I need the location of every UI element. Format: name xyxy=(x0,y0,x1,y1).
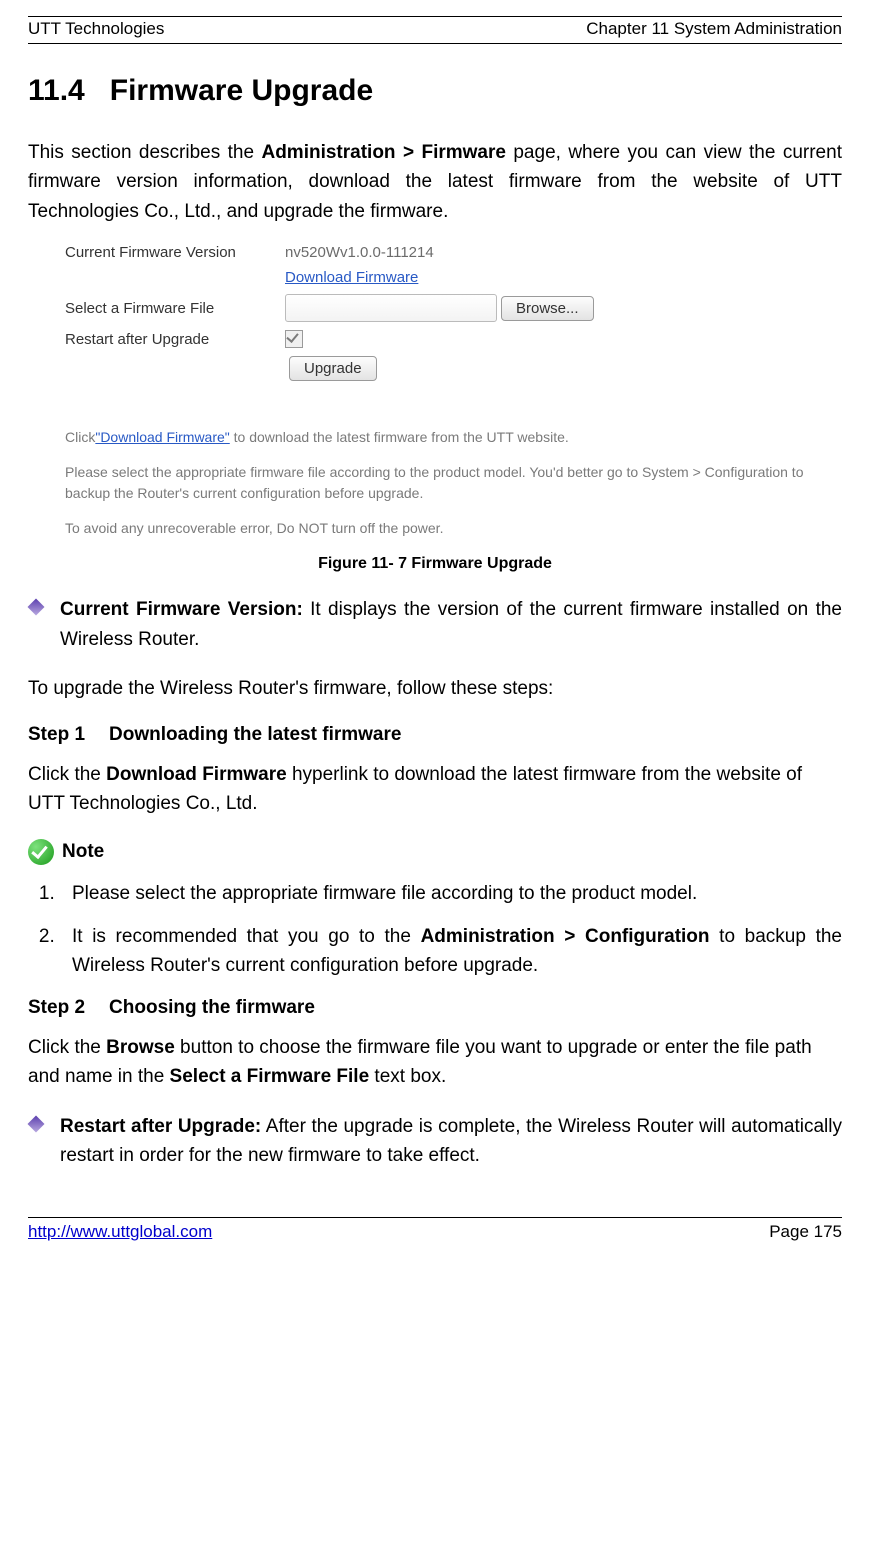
step2-heading: Step 2Choosing the firmware xyxy=(28,997,842,1019)
footer-page: Page 175 xyxy=(769,1222,842,1242)
help-line-1: Click"Download Firmware" to download the… xyxy=(65,427,805,448)
upgrade-intro: To upgrade the Wireless Router's firmwar… xyxy=(28,674,842,703)
value-current-version: nv520Wv1.0.0-111214 xyxy=(285,244,434,261)
header-right: Chapter 11 System Administration xyxy=(586,19,842,39)
step2-body: Click the Browse button to choose the fi… xyxy=(28,1033,842,1092)
step1-heading: Step 1Downloading the latest firmware xyxy=(28,724,842,746)
section-heading: 11.4 Firmware Upgrade xyxy=(28,74,842,108)
diamond-icon xyxy=(28,1115,45,1132)
note-heading: Note xyxy=(28,839,842,865)
check-icon xyxy=(28,839,54,865)
help-line-3: To avoid any unrecoverable error, Do NOT… xyxy=(65,518,805,539)
figure-caption: Figure 11- 7 Firmware Upgrade xyxy=(28,555,842,573)
browse-button[interactable]: Browse... xyxy=(501,296,594,321)
section-number: 11.4 xyxy=(28,74,85,107)
section-title-text: Firmware Upgrade xyxy=(110,74,373,107)
help-download-link[interactable]: "Download Firmware" xyxy=(95,429,229,445)
bullet-current-version: Current Firmware Version: It displays th… xyxy=(28,595,842,654)
note-list: Please select the appropriate firmware f… xyxy=(28,879,842,981)
label-restart-after: Restart after Upgrade xyxy=(65,331,285,348)
figure-firmware-upgrade: Current Firmware Version nv520Wv1.0.0-11… xyxy=(28,244,842,573)
label-select-file: Select a Firmware File xyxy=(65,300,285,317)
firmware-file-input[interactable] xyxy=(285,294,497,322)
note-item-1: Please select the appropriate firmware f… xyxy=(60,879,842,908)
upgrade-button[interactable]: Upgrade xyxy=(289,356,377,381)
restart-checkbox[interactable] xyxy=(285,330,303,348)
help-line-2: Please select the appropriate firmware f… xyxy=(65,462,805,504)
diamond-icon xyxy=(28,599,45,616)
bullet-restart-after: Restart after Upgrade: After the upgrade… xyxy=(28,1112,842,1171)
label-current-version: Current Firmware Version xyxy=(65,244,285,261)
note-item-2: It is recommended that you go to the Adm… xyxy=(60,922,842,981)
download-firmware-link[interactable]: Download Firmware xyxy=(285,269,418,286)
header-left: UTT Technologies xyxy=(28,19,164,39)
footer-url[interactable]: http://www.uttglobal.com xyxy=(28,1222,212,1242)
intro-paragraph: This section describes the Administratio… xyxy=(28,138,842,226)
step1-body: Click the Download Firmware hyperlink to… xyxy=(28,760,842,819)
